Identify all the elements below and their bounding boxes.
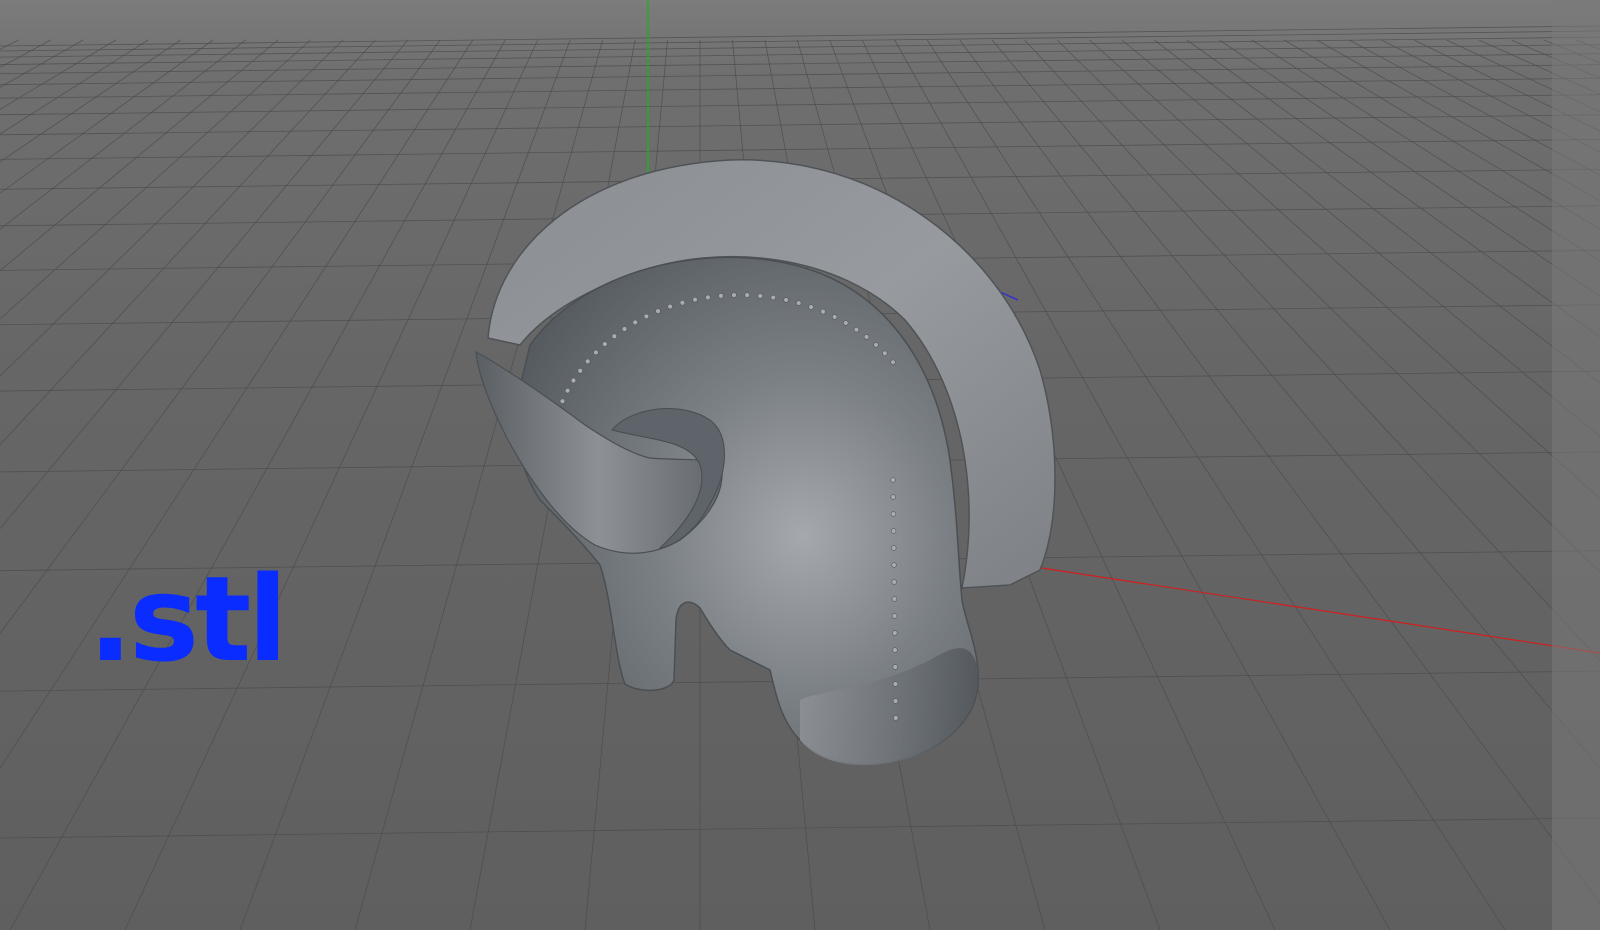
grid-line bbox=[0, 114, 1600, 136]
rivet bbox=[892, 681, 899, 687]
grid-line bbox=[0, 77, 1600, 99]
rivet bbox=[679, 300, 686, 306]
grid-line bbox=[9, 39, 506, 930]
grid-line bbox=[0, 94, 1600, 116]
grid-line bbox=[0, 39, 409, 530]
rivet bbox=[770, 294, 776, 301]
grid-line bbox=[0, 44, 1600, 65]
rivet bbox=[890, 528, 897, 534]
rivet bbox=[853, 326, 860, 333]
rivet bbox=[757, 293, 763, 299]
grid-line bbox=[0, 39, 344, 377]
grid-line bbox=[1251, 39, 1600, 262]
rivet bbox=[602, 341, 608, 347]
grid-line bbox=[0, 39, 116, 110]
rivet bbox=[873, 342, 879, 348]
grid-line bbox=[0, 53, 1600, 75]
rivet bbox=[718, 293, 724, 299]
rivet bbox=[892, 698, 899, 704]
rivet bbox=[891, 579, 897, 585]
rivet bbox=[621, 326, 628, 332]
grid-line bbox=[1154, 39, 1600, 384]
grid-line bbox=[0, 138, 1600, 160]
grid-line bbox=[0, 25, 1600, 47]
grid-line bbox=[0, 39, 84, 88]
grid-line bbox=[0, 64, 1600, 86]
rivet bbox=[820, 308, 826, 315]
grid-line bbox=[0, 39, 441, 635]
rivet bbox=[692, 296, 698, 303]
grid-line bbox=[1056, 39, 1600, 573]
file-format-label: .stl bbox=[88, 550, 288, 688]
rivet bbox=[667, 303, 673, 310]
grid-line bbox=[0, 39, 19, 50]
grid-line bbox=[0, 39, 311, 320]
grid-line bbox=[124, 39, 539, 930]
grid-line bbox=[0, 36, 1600, 58]
rivet bbox=[655, 308, 661, 314]
viewport-side-panel bbox=[1552, 0, 1600, 930]
grid-line bbox=[1024, 39, 1600, 662]
grid-line bbox=[0, 39, 474, 769]
rivet bbox=[593, 349, 599, 356]
rivet bbox=[890, 359, 896, 365]
rivet bbox=[892, 664, 898, 670]
grid-line bbox=[0, 39, 214, 194]
rivet bbox=[559, 398, 566, 404]
rivet bbox=[893, 715, 899, 721]
rivet bbox=[843, 320, 849, 326]
helmet-model[interactable] bbox=[475, 159, 1056, 766]
3d-viewport[interactable]: .stl bbox=[0, 0, 1600, 930]
grid-line bbox=[1089, 39, 1600, 500]
rivet bbox=[891, 562, 897, 568]
rivet bbox=[783, 297, 789, 303]
rivet bbox=[796, 300, 802, 306]
grid-line bbox=[0, 39, 149, 135]
rivet bbox=[585, 358, 591, 365]
rivet bbox=[831, 314, 838, 320]
rivet bbox=[744, 292, 750, 298]
rivet bbox=[890, 511, 897, 517]
rivet bbox=[611, 333, 618, 339]
grid-line bbox=[991, 39, 1600, 769]
rivet bbox=[891, 545, 897, 551]
rivet bbox=[731, 292, 737, 298]
rivet bbox=[890, 494, 896, 500]
rivet bbox=[570, 377, 577, 384]
grid-line bbox=[0, 817, 1600, 839]
grid-line bbox=[239, 39, 571, 930]
rivet bbox=[892, 647, 898, 653]
grid-line bbox=[0, 39, 51, 68]
rivet bbox=[705, 294, 711, 301]
viewport-scene[interactable] bbox=[0, 0, 1600, 930]
grid-line bbox=[0, 39, 279, 272]
rivet bbox=[882, 350, 888, 356]
grid-line bbox=[0, 39, 376, 446]
rivet bbox=[863, 334, 870, 340]
rivet bbox=[891, 613, 898, 619]
rivet bbox=[577, 368, 583, 374]
rivet bbox=[892, 630, 898, 636]
rivet bbox=[643, 313, 650, 320]
rivet bbox=[890, 477, 896, 483]
rivet bbox=[632, 319, 638, 326]
rivet bbox=[891, 596, 898, 602]
x-axis bbox=[1034, 566, 1600, 654]
rivet bbox=[564, 387, 571, 394]
rivet bbox=[808, 304, 814, 310]
